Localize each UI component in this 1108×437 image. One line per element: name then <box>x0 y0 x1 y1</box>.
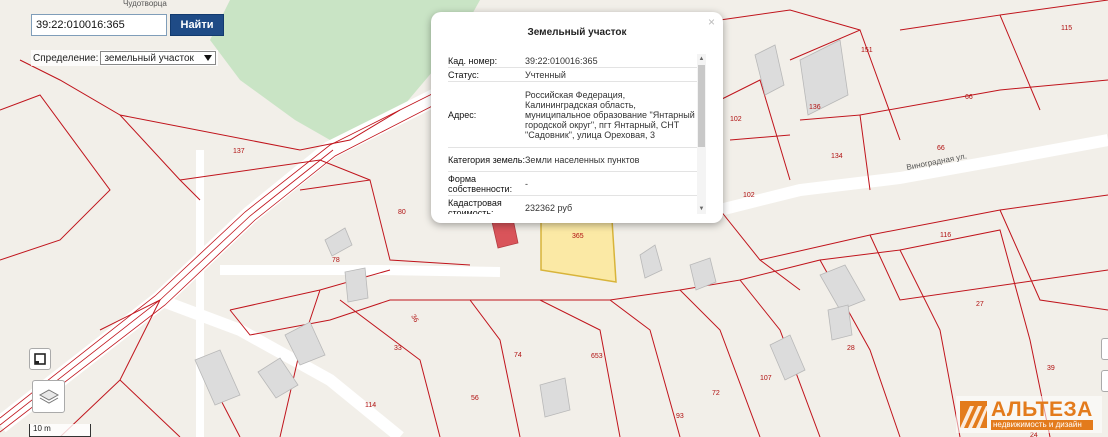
info-value: 232362 руб <box>525 202 573 213</box>
parcel-number: 80 <box>398 209 406 216</box>
info-key: Статус: <box>448 69 479 80</box>
parcel-number: 28 <box>847 345 855 352</box>
parcel-number: 136 <box>809 104 821 111</box>
selected-parcel-number: 365 <box>572 233 584 240</box>
parcel-number: 114 <box>365 402 376 409</box>
info-value: Земли населенных пунктов <box>525 154 640 165</box>
logo-main-text: АЛЬТЕЗА <box>991 397 1093 421</box>
definition-control: Спределение: земельный участок <box>31 50 218 66</box>
scroll-down-icon[interactable]: ▼ <box>697 204 706 214</box>
chevron-down-icon <box>203 55 212 61</box>
parcel-number: 33 <box>394 345 402 352</box>
parcel-number: 107 <box>760 375 772 382</box>
info-row: Статус: Учтенный <box>448 68 706 82</box>
parcel-number: 102 <box>730 116 742 123</box>
definition-select[interactable]: земельный участок <box>100 51 216 65</box>
parcel-number: 78 <box>332 257 340 264</box>
parcel-number: 66 <box>937 145 945 152</box>
search-input[interactable] <box>31 14 167 36</box>
definition-selected: земельный участок <box>104 52 194 64</box>
scale-bar: 10 m <box>29 424 91 437</box>
info-value: Учтенный <box>525 69 566 80</box>
info-key: Адрес: <box>448 109 477 120</box>
parcel-popup: × Земельный участок Кад. номер: 39:22:01… <box>431 12 723 223</box>
parcel-number: 137 <box>233 148 245 155</box>
altesa-logo: АЛЬТЕЗА недвижимость и дизайн <box>956 396 1102 433</box>
popup-info-table[interactable]: Кад. номер: 39:22:010016:365 Статус: Учт… <box>448 54 706 214</box>
parcel-number: 653 <box>591 353 603 360</box>
info-row: Кад. номер: 39:22:010016:365 <box>448 54 706 68</box>
popup-scrollbar[interactable]: ▲ ▼ <box>697 54 706 214</box>
parcel-number: 102 <box>743 192 755 199</box>
parcel-number: 115 <box>1061 25 1072 32</box>
fullscreen-icon <box>34 353 46 365</box>
right-control-2[interactable] <box>1101 370 1108 392</box>
info-key: Категория земель: <box>448 154 525 165</box>
parcel-number: 56 <box>471 395 479 402</box>
fullscreen-button[interactable] <box>29 348 51 370</box>
logo-mark-icon <box>960 401 987 428</box>
street-label-top: Чудотворца <box>123 0 167 8</box>
parcel-number: 66 <box>965 94 973 101</box>
parcel-number: 27 <box>976 301 984 308</box>
selected-parcel[interactable] <box>540 214 617 283</box>
info-key: Кад. номер: <box>448 55 498 66</box>
search-button[interactable]: Найти <box>170 14 224 36</box>
definition-label: Спределение: <box>33 52 99 64</box>
parcel-number: 93 <box>676 413 684 420</box>
parcel-number: 134 <box>831 153 843 160</box>
parcel-number: 151 <box>861 47 873 54</box>
search-bar: Найти <box>31 14 224 36</box>
info-value: 39:22:010016:365 <box>525 55 598 66</box>
layers-icon <box>38 388 59 404</box>
parcel-number: 74 <box>514 352 522 359</box>
scroll-up-icon[interactable]: ▲ <box>697 54 706 64</box>
info-row: Категория земель: Земли населенных пункт… <box>448 148 706 172</box>
info-key: Кадастровая стоимость: <box>448 197 502 215</box>
info-row: Адрес: Российская Федерация, Калининград… <box>448 82 706 148</box>
popup-title: Земельный участок <box>527 27 627 38</box>
parcel-number: 72 <box>712 390 720 397</box>
layers-button[interactable] <box>32 380 65 413</box>
info-row: Форма собственности: - <box>448 172 706 196</box>
info-row: Кадастровая стоимость: 232362 руб <box>448 196 706 215</box>
info-value: Российская Федерация, Калининградская об… <box>525 89 695 140</box>
right-control-1[interactable] <box>1101 338 1108 360</box>
info-key: Форма собственности: <box>448 173 513 194</box>
logo-sub-text: недвижимость и дизайн <box>991 419 1093 430</box>
scale-label: 10 m <box>33 424 51 433</box>
parcel-number: 39 <box>1047 365 1055 372</box>
parcel-number: 116 <box>940 232 951 239</box>
scroll-thumb[interactable] <box>698 65 705 147</box>
info-value: - <box>525 178 528 189</box>
